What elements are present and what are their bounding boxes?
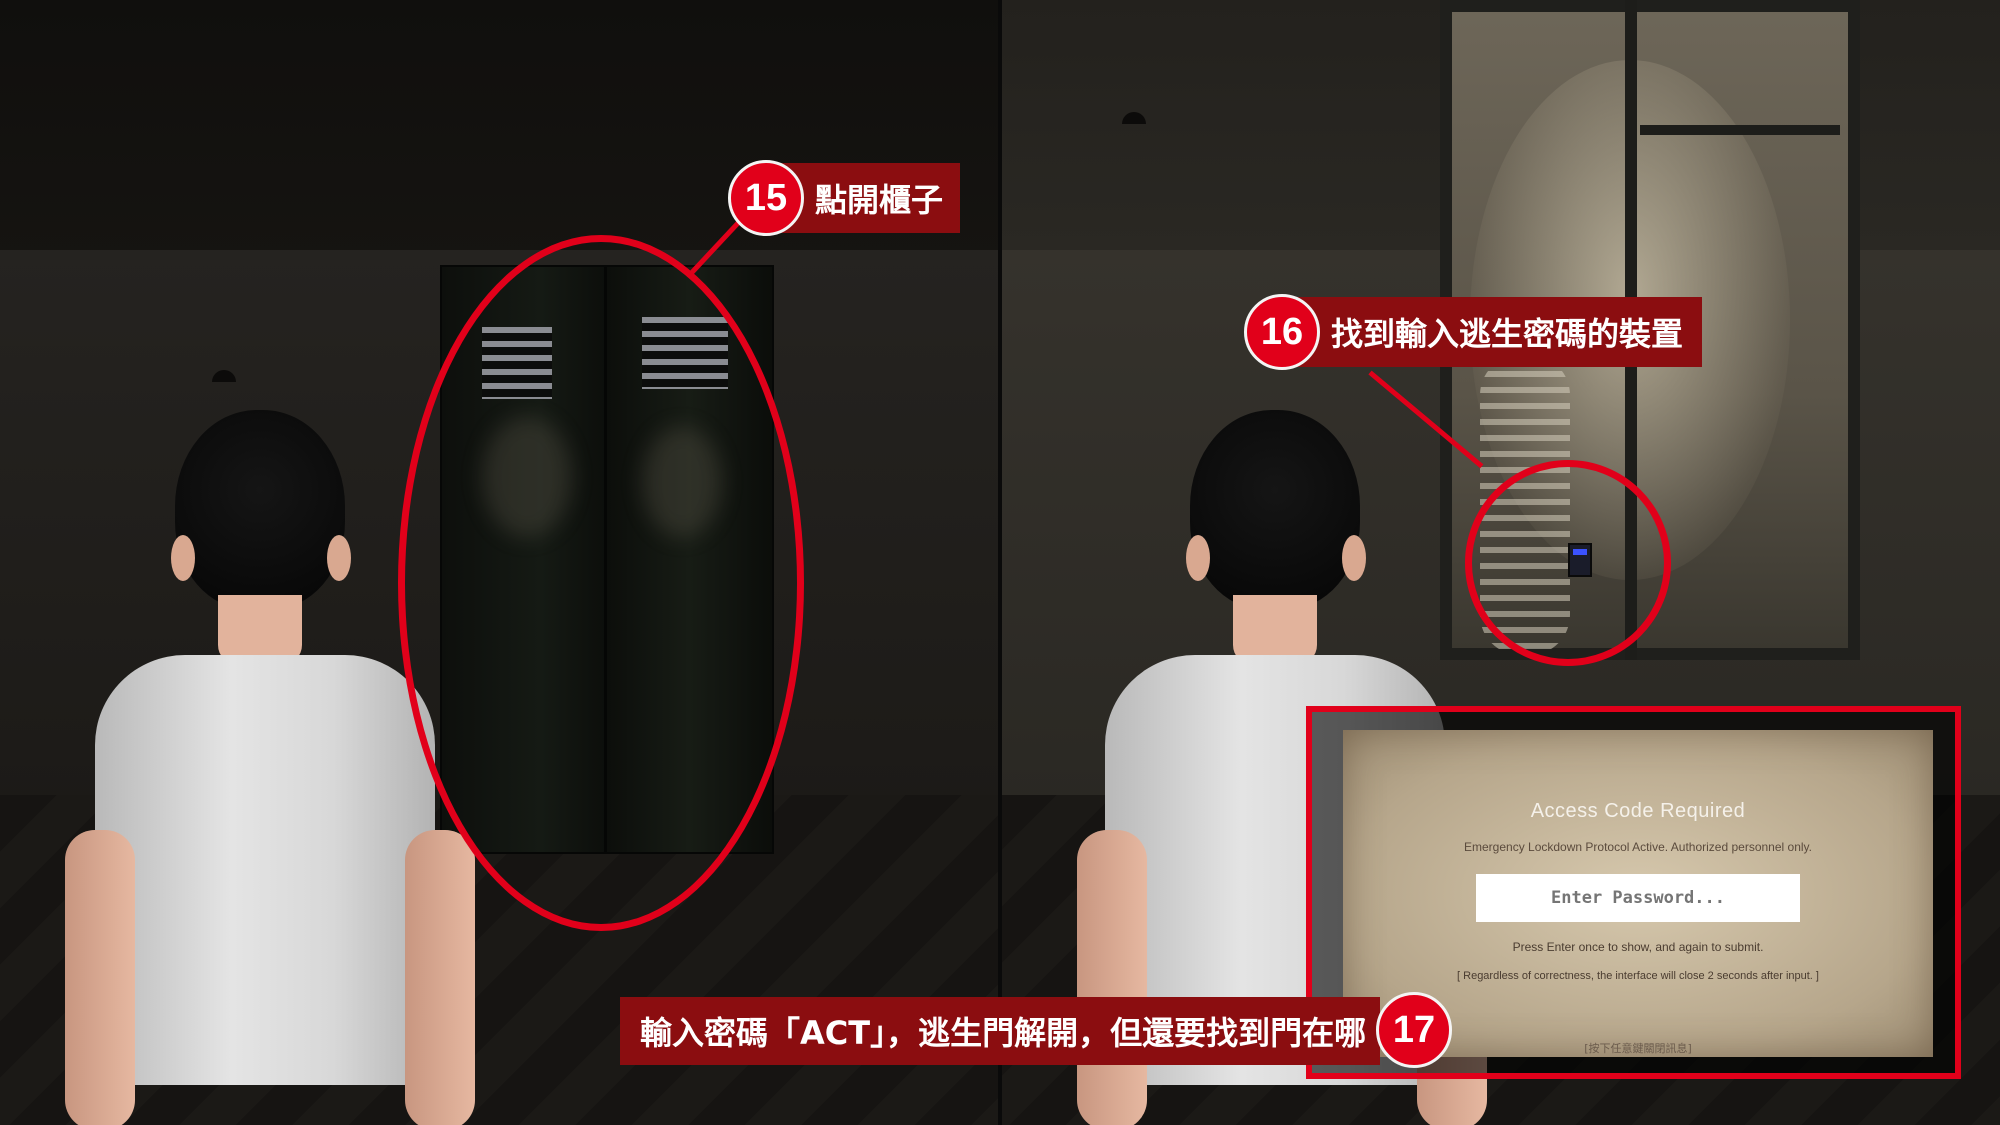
callout-step-15: 15 點開櫃子 xyxy=(728,160,960,236)
callout-text: 找到輸入逃生密碼的裝置 xyxy=(1331,315,1684,353)
character-head xyxy=(1190,410,1360,610)
callout-step-16: 16 找到輸入逃生密碼的裝置 xyxy=(1244,294,1702,370)
character-ear xyxy=(171,535,195,581)
cabinet-bar xyxy=(1640,125,1840,135)
dialog-subtitle: Emergency Lockdown Protocol Active. Auth… xyxy=(1464,840,1812,854)
character-ear xyxy=(1186,535,1210,581)
dialog-title: Access Code Required xyxy=(1530,800,1746,822)
character-arm xyxy=(405,830,475,1125)
callout-text: 輸入密碼「ACT」，逃生門解開，但還要找到門在哪 xyxy=(640,1014,1367,1052)
panel-divider xyxy=(998,0,1002,1125)
step-number-badge: 16 xyxy=(1244,294,1320,370)
password-input[interactable] xyxy=(1476,874,1800,922)
dialog-hint: Press Enter once to show, and again to s… xyxy=(1512,940,1764,954)
step-number-badge: 17 xyxy=(1376,992,1452,1068)
step-number-badge: 15 xyxy=(728,160,804,236)
character-ear xyxy=(327,535,351,581)
callout-step-17: 輸入密碼「ACT」，逃生門解開，但還要找到門在哪 17 xyxy=(620,992,1452,1068)
dialog-note: [ Regardless of correctness, the interfa… xyxy=(1457,970,1819,982)
highlight-ring-locker xyxy=(398,235,804,931)
character-ear xyxy=(1342,535,1366,581)
callout-text: 點開櫃子 xyxy=(815,181,944,219)
character-shirt xyxy=(95,655,435,1085)
character-head xyxy=(175,410,345,610)
character-arm xyxy=(65,830,135,1125)
highlight-ring-keypad xyxy=(1465,460,1671,666)
character-arm xyxy=(1077,830,1147,1125)
